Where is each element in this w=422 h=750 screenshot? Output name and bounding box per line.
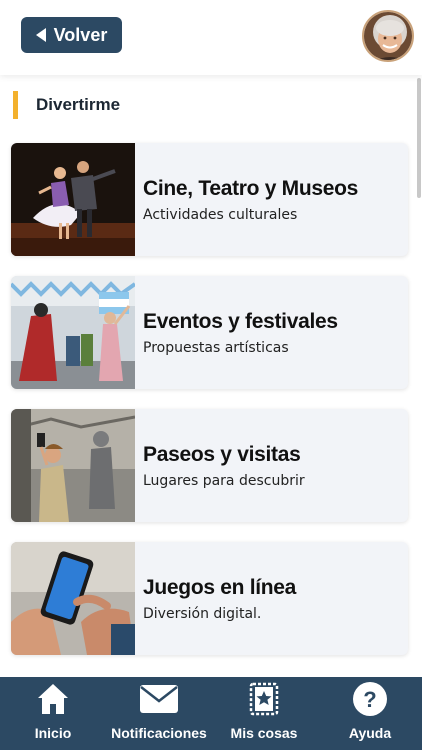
card-subtitle: Diversión digital.: [143, 605, 262, 622]
nav-item-ayuda[interactable]: ? Ayuda: [344, 677, 396, 750]
nav-item-mis-cosas[interactable]: Mis cosas: [228, 677, 300, 750]
card-image-statue: [11, 409, 135, 522]
card-image-dancers: [11, 143, 135, 256]
back-button-label: Volver: [53, 24, 108, 45]
card-image-phone: [11, 542, 135, 655]
back-arrow-icon: [35, 28, 46, 42]
envelope-icon: [139, 681, 179, 717]
card-title: Eventos y festivales: [143, 309, 338, 333]
help-icon: ?: [352, 681, 388, 717]
card-title: Cine, Teatro y Museos: [143, 176, 359, 200]
bottom-nav: Inicio Notificaciones Mis cosas ? Ayuda: [0, 677, 422, 750]
app-header: Volver: [0, 0, 422, 75]
card-text: Juegos en línea Diversión digital.: [143, 542, 296, 655]
nav-label: Mis cosas: [230, 725, 298, 741]
card-image-festival: [11, 276, 135, 389]
card-title: Paseos y visitas: [143, 442, 301, 466]
card-eventos-festivales[interactable]: Eventos y festivales Propuestas artístic…: [11, 276, 408, 389]
bookmark-star-icon: [248, 681, 280, 717]
nav-item-notificaciones[interactable]: Notificaciones: [108, 677, 210, 750]
user-avatar[interactable]: [362, 10, 414, 62]
card-text: Eventos y festivales Propuestas artístic…: [143, 276, 338, 389]
avatar-photo: [364, 12, 412, 60]
section-header: Divertirme: [13, 90, 120, 120]
scrollbar[interactable]: [417, 78, 421, 198]
nav-label: Ayuda: [348, 725, 392, 741]
nav-item-inicio[interactable]: Inicio: [23, 677, 83, 750]
card-title: Juegos en línea: [143, 575, 297, 599]
card-subtitle: Propuestas artísticas: [143, 339, 289, 356]
nav-label: Inicio: [34, 725, 72, 741]
card-cine-teatro-museos[interactable]: Cine, Teatro y Museos Actividades cultur…: [11, 143, 408, 256]
section-accent-bar: [13, 91, 18, 119]
card-text: Paseos y visitas Lugares para descubrir: [143, 409, 305, 522]
card-juegos-en-linea[interactable]: Juegos en línea Diversión digital.: [11, 542, 408, 655]
nav-label: Notificaciones: [111, 725, 207, 741]
back-button[interactable]: Volver: [21, 17, 122, 53]
home-icon: [36, 681, 70, 717]
svg-text:?: ?: [363, 687, 376, 712]
card-text: Cine, Teatro y Museos Actividades cultur…: [143, 143, 358, 256]
section-title: Divertirme: [36, 95, 121, 114]
card-paseos-visitas[interactable]: Paseos y visitas Lugares para descubrir: [11, 409, 408, 522]
card-subtitle: Lugares para descubrir: [143, 472, 305, 489]
card-subtitle: Actividades culturales: [143, 206, 298, 223]
